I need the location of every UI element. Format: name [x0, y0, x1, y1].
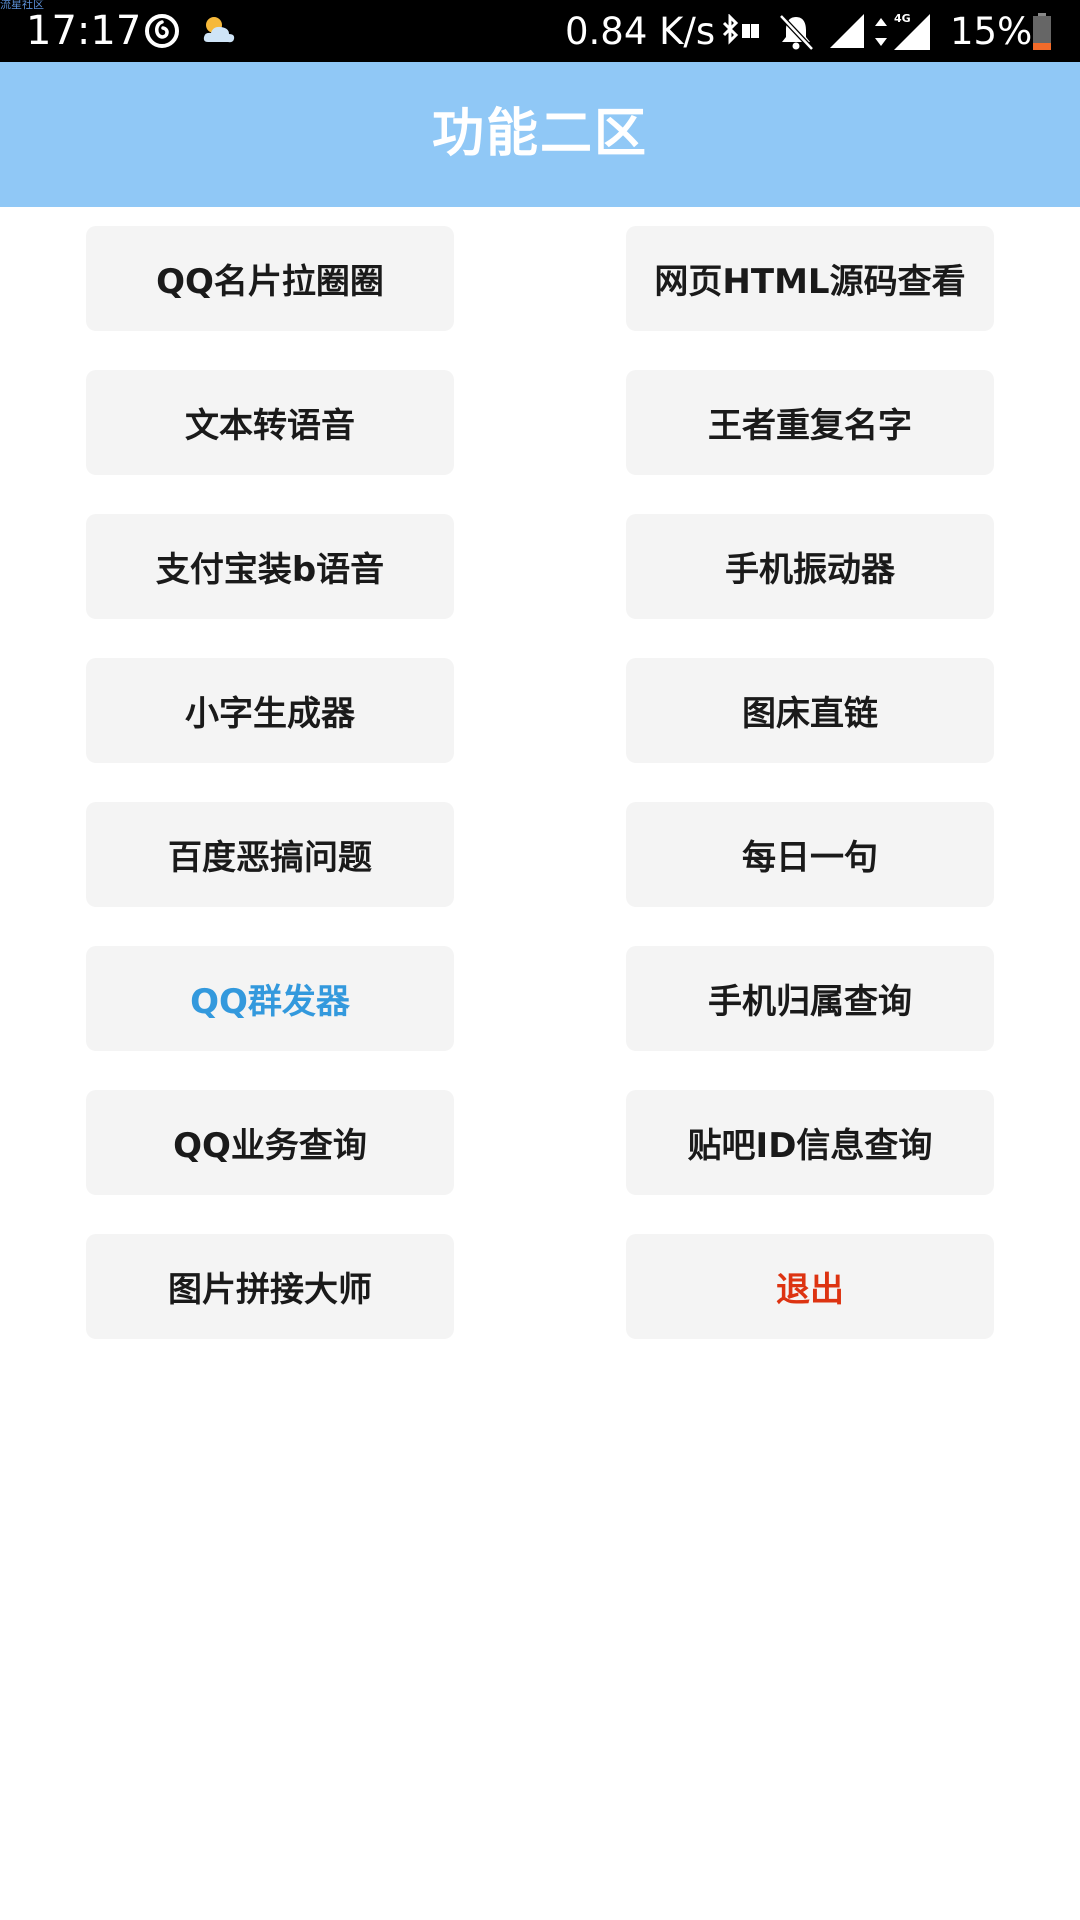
- qq-card-circle-button[interactable]: QQ名片拉圈圈: [86, 226, 454, 331]
- battery-percentage: 15%: [950, 10, 1033, 53]
- signal-4g-icon: 4G: [894, 12, 930, 50]
- html-source-viewer-button[interactable]: 网页HTML源码查看: [626, 226, 994, 331]
- duplicate-name-button[interactable]: 王者重复名字: [626, 370, 994, 475]
- page-title: 功能二区: [431, 104, 648, 164]
- tieba-id-query-button[interactable]: 贴吧ID信息查询: [626, 1090, 994, 1195]
- phone-location-button[interactable]: 手机归属查询: [626, 946, 994, 1051]
- text-to-speech-button[interactable]: 文本转语音: [86, 370, 454, 475]
- phone-vibrator-button[interactable]: 手机振动器: [626, 514, 994, 619]
- image-host-link-button[interactable]: 图床直链: [626, 658, 994, 763]
- data-arrows-icon: [875, 18, 887, 46]
- status-time: 17:17: [26, 8, 142, 54]
- baidu-prank-button[interactable]: 百度恶搞问题: [86, 802, 454, 907]
- alipay-voice-button[interactable]: 支付宝装b语音: [86, 514, 454, 619]
- network-type-label: 4G: [894, 12, 911, 25]
- status-bar: 流星社区 17:17 0.84 K/s 4G 15%: [0, 0, 1080, 62]
- netease-music-icon: [145, 14, 179, 48]
- qq-group-sender-button[interactable]: QQ群发器: [86, 946, 454, 1051]
- image-stitch-button[interactable]: 图片拼接大师: [86, 1234, 454, 1339]
- app-header: 功能二区: [0, 62, 1080, 207]
- small-text-generator-button[interactable]: 小字生成器: [86, 658, 454, 763]
- bluetooth-icon: [722, 14, 759, 45]
- battery-icon: [1033, 13, 1051, 50]
- qq-service-query-button[interactable]: QQ业务查询: [86, 1090, 454, 1195]
- app-screen: 流星社区 17:17 0.84 K/s 4G 15% 功能二区 QQ名片拉圈圈 …: [0, 0, 1080, 1920]
- daily-quote-button[interactable]: 每日一句: [626, 802, 994, 907]
- network-speed: 0.84 K/s: [565, 10, 716, 53]
- signal-icon: [830, 14, 864, 48]
- weather-cloud-sun-icon: [203, 17, 235, 43]
- exit-button[interactable]: 退出: [626, 1234, 994, 1339]
- mute-bell-icon: [779, 14, 814, 51]
- function-grid: QQ名片拉圈圈 网页HTML源码查看 文本转语音 王者重复名字 支付宝装b语音 …: [86, 226, 994, 1339]
